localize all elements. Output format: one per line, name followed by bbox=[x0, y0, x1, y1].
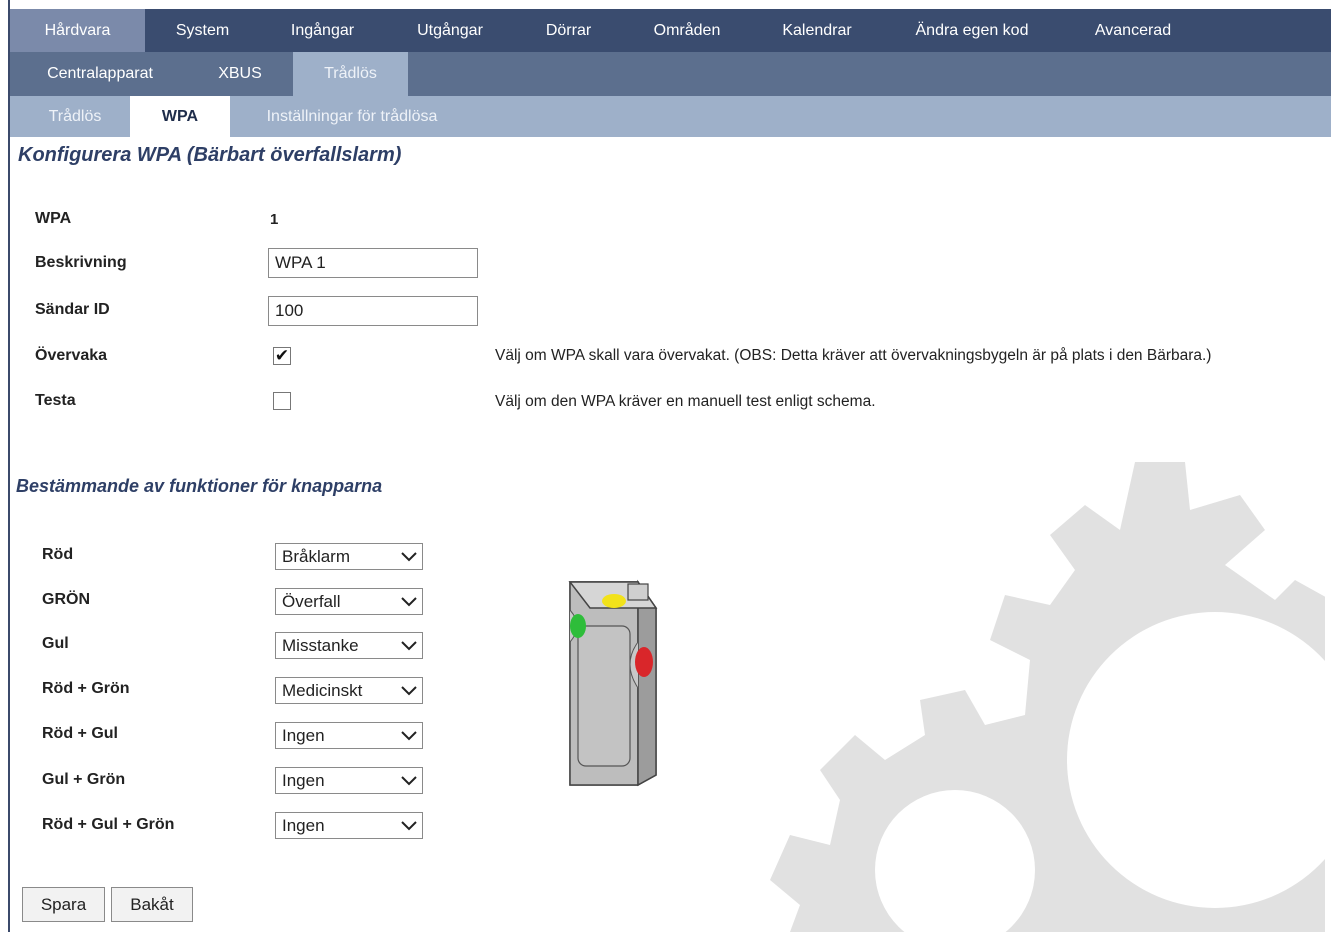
select-value: Medicinskt bbox=[282, 680, 363, 700]
supervise-hint: Välj om WPA skall vara övervakat. (OBS: … bbox=[495, 347, 1212, 364]
row-label-rod-gul-gron: Röd + Gul + Grön bbox=[42, 816, 175, 833]
tab-omraden[interactable]: Områden bbox=[622, 9, 752, 52]
save-button[interactable]: Spara bbox=[22, 887, 105, 922]
chevron-down-icon bbox=[396, 633, 422, 658]
select-gul-gron[interactable]: Ingen bbox=[275, 767, 423, 794]
description-input[interactable] bbox=[268, 248, 478, 278]
select-value: Överfall bbox=[282, 591, 341, 611]
supervise-label: Övervaka bbox=[35, 347, 108, 364]
tab-kalendrar[interactable]: Kalendrar bbox=[752, 9, 882, 52]
select-rod-gul-gron[interactable]: Ingen bbox=[275, 812, 423, 839]
chevron-down-icon bbox=[396, 723, 422, 748]
tab-utgangar[interactable]: Utgångar bbox=[385, 9, 515, 52]
chevron-down-icon bbox=[396, 544, 422, 569]
wpa-label: WPA bbox=[35, 210, 72, 227]
tab-xbus[interactable]: XBUS bbox=[190, 52, 290, 96]
wpa-device-icon bbox=[568, 579, 658, 787]
sender-id-input[interactable] bbox=[268, 296, 478, 326]
select-gron[interactable]: Överfall bbox=[275, 588, 423, 615]
tab-tradlos[interactable]: Trådlös bbox=[293, 52, 408, 96]
select-gul[interactable]: Misstanke bbox=[275, 632, 423, 659]
tab-hardvara[interactable]: Hårdvara bbox=[10, 9, 145, 52]
row-label-rod: Röd bbox=[42, 546, 74, 563]
select-rod[interactable]: Bråklarm bbox=[275, 543, 423, 570]
test-label: Testa bbox=[35, 392, 76, 409]
select-rod-gron[interactable]: Medicinskt bbox=[275, 677, 423, 704]
row-label-rod-gul: Röd + Gul bbox=[42, 725, 118, 742]
row-label-rod-gron: Röd + Grön bbox=[42, 680, 130, 697]
tab-andra-egen-kod[interactable]: Ändra egen kod bbox=[882, 9, 1062, 52]
yellow-led bbox=[602, 594, 626, 608]
supervise-checkbox[interactable]: ✔ bbox=[273, 347, 291, 365]
select-value: Ingen bbox=[282, 815, 325, 835]
section-title: Bestämmande av funktioner för knapparna bbox=[16, 476, 383, 496]
green-led bbox=[570, 614, 586, 638]
chevron-down-icon bbox=[396, 768, 422, 793]
tab-tradlos-list[interactable]: Trådlös bbox=[30, 96, 120, 137]
chevron-down-icon bbox=[396, 813, 422, 838]
tab-installningar-tradlosa[interactable]: Inställningar för trådlösa bbox=[242, 96, 462, 137]
back-button[interactable]: Bakåt bbox=[111, 887, 193, 922]
tab-wpa[interactable]: WPA bbox=[130, 96, 230, 137]
select-value: Misstanke bbox=[282, 635, 359, 655]
description-label: Beskrivning bbox=[35, 254, 127, 271]
select-rod-gul[interactable]: Ingen bbox=[275, 722, 423, 749]
select-value: Ingen bbox=[282, 725, 325, 745]
tab-system[interactable]: System bbox=[145, 9, 260, 52]
sub2-navigation: Trådlös WPA Inställningar för trådlösa bbox=[10, 96, 1331, 137]
tab-centralapparat[interactable]: Centralapparat bbox=[30, 52, 170, 96]
red-led bbox=[635, 647, 653, 677]
tab-avancerad[interactable]: Avancerad bbox=[1062, 9, 1204, 52]
wpa-value: 1 bbox=[270, 211, 279, 228]
select-value: Ingen bbox=[282, 770, 325, 790]
sub-navigation: Centralapparat XBUS Trådlös bbox=[10, 52, 1331, 96]
row-label-gul: Gul bbox=[42, 635, 69, 652]
chevron-down-icon bbox=[396, 589, 422, 614]
test-checkbox[interactable] bbox=[273, 392, 291, 410]
chevron-down-icon bbox=[396, 678, 422, 703]
select-value: Bråklarm bbox=[282, 546, 351, 566]
row-label-gul-gron: Gul + Grön bbox=[42, 771, 126, 788]
tab-dorrar[interactable]: Dörrar bbox=[515, 9, 622, 52]
sender-id-label: Sändar ID bbox=[35, 301, 110, 318]
row-label-gron: GRÖN bbox=[42, 591, 90, 608]
page-title: Konfigurera WPA (Bärbart överfallslarm) bbox=[18, 144, 402, 166]
test-hint: Välj om den WPA kräver en manuell test e… bbox=[495, 393, 876, 410]
tab-ingangar[interactable]: Ingångar bbox=[260, 9, 385, 52]
left-border bbox=[8, 0, 10, 932]
main-navigation: Hårdvara System Ingångar Utgångar Dörrar… bbox=[10, 9, 1331, 52]
